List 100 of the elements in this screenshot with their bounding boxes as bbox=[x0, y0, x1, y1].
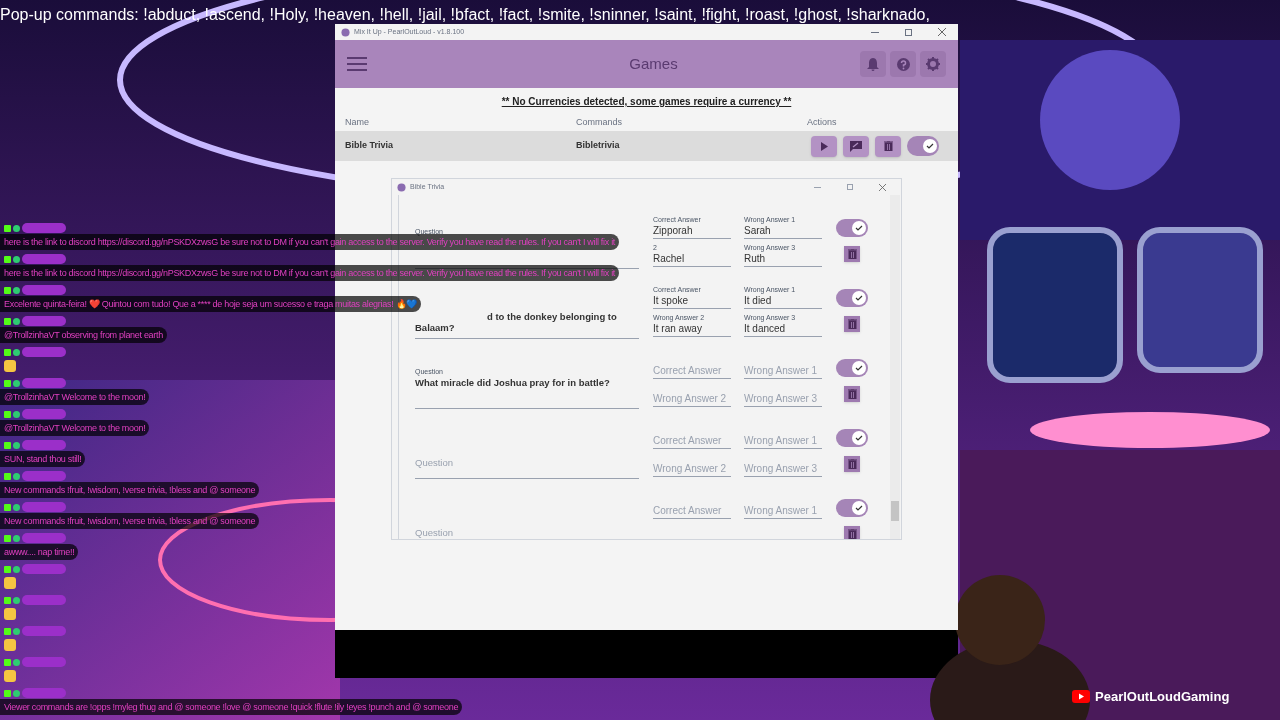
username-pill bbox=[22, 347, 66, 357]
check-icon bbox=[855, 225, 863, 231]
channel-name: PearlOutLoudGaming bbox=[1095, 688, 1230, 706]
input-field[interactable]: Wrong Answer 2 bbox=[653, 383, 731, 407]
username-pill bbox=[22, 502, 66, 512]
chat-message-toast: @TrollzinhaVT Welcome to the moon! bbox=[0, 389, 150, 405]
settings-icon bbox=[926, 57, 940, 71]
maximize-icon[interactable] bbox=[847, 184, 853, 190]
question-field[interactable]: Question bbox=[415, 447, 639, 479]
toggle-switch[interactable] bbox=[907, 136, 939, 156]
input-field[interactable]: Wrong Answer 1 bbox=[744, 425, 822, 449]
username-pill bbox=[22, 378, 66, 388]
edit-button[interactable] bbox=[843, 135, 869, 157]
check-icon bbox=[855, 505, 863, 511]
trash-icon bbox=[847, 249, 857, 259]
question-field[interactable]: d to the donkey belonging to Balaam? bbox=[415, 307, 639, 339]
chat-message-toast: @TrollzinhaVT observing from planet earth bbox=[0, 327, 167, 343]
input-field[interactable]: Wrong Answer 2 bbox=[653, 453, 731, 477]
username-pill bbox=[22, 657, 66, 667]
username-pill bbox=[22, 533, 66, 543]
emote-icon bbox=[4, 608, 16, 620]
username-pill bbox=[22, 223, 66, 233]
check-icon bbox=[855, 365, 863, 371]
menu-icon[interactable] bbox=[347, 57, 367, 71]
run-button[interactable] bbox=[811, 135, 837, 157]
close-icon[interactable] bbox=[938, 28, 946, 36]
username-pill bbox=[22, 285, 66, 295]
trash-icon bbox=[847, 529, 857, 539]
input-field[interactable]: Sarah bbox=[744, 224, 822, 239]
emote-icon bbox=[4, 577, 16, 589]
input-field[interactable]: It spoke bbox=[653, 294, 731, 309]
input-field[interactable]: Correct Answer bbox=[653, 495, 731, 519]
page-title: Games bbox=[628, 53, 678, 74]
column-header: Name bbox=[345, 116, 370, 129]
trash-icon bbox=[847, 389, 857, 399]
help-button[interactable] bbox=[890, 51, 916, 77]
input-field[interactable]: Rachel bbox=[653, 252, 731, 267]
settings-button[interactable] bbox=[920, 51, 946, 77]
username-pill bbox=[22, 409, 66, 419]
table-row[interactable]: Bible Trivia Bibletrivia bbox=[335, 131, 958, 161]
chat-message-toast: New commands !fruit, !wisdom, !verse trivia, !bless and @ someone bbox=[0, 513, 260, 529]
scrollbar[interactable] bbox=[890, 195, 900, 539]
maximize-icon[interactable] bbox=[905, 28, 912, 36]
trash-icon bbox=[847, 459, 857, 469]
username-pill bbox=[22, 440, 66, 450]
chat-message-toast: awww.... nap time!! bbox=[0, 544, 79, 560]
play-icon bbox=[820, 141, 828, 151]
input-field[interactable]: It ran away bbox=[653, 322, 731, 337]
minimize-icon[interactable] bbox=[814, 186, 821, 188]
chat-message-toast: @TrollzinhaVT Welcome to the moon! bbox=[0, 420, 150, 436]
chat-message-toast: Viewer commands are !opps !myleg thug and @ someone !love @ someone !quick !flute !ily !eyes !punch and @ someone bbox=[0, 699, 463, 715]
question-field[interactable]: What miracle did Joshua pray for in battle? bbox=[415, 377, 639, 409]
app-logo-icon bbox=[397, 182, 406, 192]
minimize-icon[interactable] bbox=[871, 31, 879, 33]
toggle-switch[interactable] bbox=[836, 429, 868, 447]
close-icon[interactable] bbox=[879, 183, 886, 191]
toggle-switch[interactable] bbox=[836, 289, 868, 307]
input-field[interactable]: Wrong Answer 1 bbox=[744, 355, 822, 379]
play-logo-icon bbox=[1072, 690, 1090, 704]
toggle-switch[interactable] bbox=[836, 219, 868, 237]
notifications-button[interactable] bbox=[860, 51, 886, 77]
ticker-text: Pop-up commands: !abduct, !ascend, !Holy, !heaven, !hell, !jail, !bfact, !fact, !smite, !sninner, !saint, !fight, !roast, !ghost, !sharknado, bbox=[0, 5, 930, 25]
input-field[interactable]: Zipporah bbox=[653, 224, 731, 239]
username-pill bbox=[22, 564, 66, 574]
bell-icon bbox=[867, 57, 879, 71]
username-pill bbox=[22, 316, 66, 326]
toggle-switch[interactable] bbox=[836, 499, 868, 517]
input-field[interactable]: Ruth bbox=[744, 252, 822, 267]
scrollbar-thumb[interactable] bbox=[891, 501, 899, 521]
check-icon bbox=[855, 295, 863, 301]
emote-icon bbox=[4, 639, 16, 651]
input-field[interactable]: Wrong Answer 3 bbox=[744, 453, 822, 477]
input-field[interactable]: Wrong Answer 3 bbox=[744, 383, 822, 407]
input-field[interactable]: Correct Answer bbox=[653, 355, 731, 379]
toggle-switch[interactable] bbox=[836, 359, 868, 377]
username-pill bbox=[22, 254, 66, 264]
input-field[interactable]: Correct Answer bbox=[653, 425, 731, 449]
game-name: Bible Trivia bbox=[345, 139, 395, 153]
input-field[interactable]: It died bbox=[744, 294, 822, 309]
game-command: Bibletrivia bbox=[576, 139, 621, 153]
check-icon bbox=[855, 435, 863, 441]
emote-icon bbox=[4, 360, 16, 372]
column-header: Actions bbox=[807, 116, 837, 129]
notice-text: ** No Currencies detected, some games require a currency ** bbox=[501, 95, 792, 109]
chat-message-toast: SUN, stand thou still! bbox=[0, 451, 86, 467]
delete-button[interactable] bbox=[875, 135, 901, 157]
chat-message-toast: here is the link to discord https://discord.gg/nPSKDXzwsG be sure not to DM if you can't gain access to the server. Verify you have read the rules. If you can't I will fix it bbox=[0, 265, 620, 281]
check-icon bbox=[926, 143, 934, 149]
chat-message-toast: Excelente quinta-feira! ❤ Quintou com tudo! Que a **** de hoje seja um sucesso e traga muitas alegrias! 🔥💙 bbox=[0, 296, 421, 312]
trash-icon bbox=[847, 319, 857, 329]
chat-message-toast: New commands !fruit, !wisdom, !verse trivia, !bless and @ someone bbox=[0, 482, 260, 498]
username-pill bbox=[22, 688, 66, 698]
app-logo-icon bbox=[341, 27, 350, 37]
trash-icon bbox=[883, 141, 893, 151]
input-field[interactable]: It danced bbox=[744, 322, 822, 337]
question-field[interactable]: Question bbox=[415, 517, 639, 539]
emote-icon bbox=[4, 670, 16, 682]
help-icon bbox=[896, 57, 910, 71]
input-field[interactable]: Wrong Answer 1 bbox=[744, 495, 822, 519]
username-pill bbox=[22, 626, 66, 636]
